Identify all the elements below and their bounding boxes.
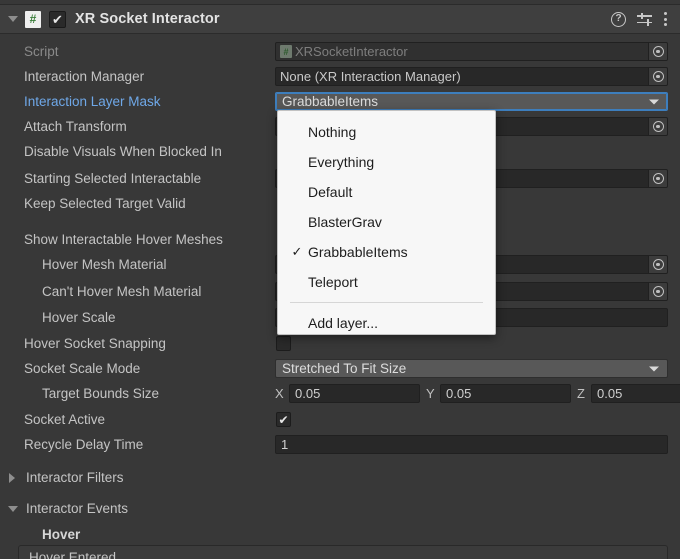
script-value: XRSocketInteractor [295,44,408,59]
checkmark-icon: ✔ [52,11,63,27]
label-interactor-events: Interactor Events [26,501,129,516]
label-script: Script [24,44,59,59]
component-title: XR Socket Interactor [75,11,220,27]
row-target-bounds-size: Target Bounds Size X 0.05 Y 0.05 Z 0.05 [0,381,680,406]
chevron-down-icon [8,505,18,512]
checkmark-icon: ✓ [291,244,303,259]
menu-item-teleport[interactable]: Teleport [278,267,495,297]
label-socket-active: Socket Active [24,412,106,427]
row-interactor-filters[interactable]: Interactor Filters [0,465,680,490]
row-interactor-events[interactable]: Interactor Events [0,496,680,521]
row-hover-group: Hover [0,522,680,547]
label-hover-mesh-material: Hover Mesh Material [42,257,167,272]
label-interaction-layer-mask: Interaction Layer Mask [24,94,161,109]
component-enabled-checkbox[interactable]: ✔ [49,10,66,28]
vector-x-input[interactable]: 0.05 [289,384,420,403]
recycle-delay-time-value: 1 [281,437,289,452]
label-hover-group: Hover [42,527,81,542]
object-picker-icon[interactable] [648,43,667,60]
vector-z-label: Z [577,386,585,401]
label-starting-selected-interactable: Starting Selected Interactable [24,171,202,186]
field-script[interactable]: # XRSocketInteractor [275,42,668,61]
label-hover-socket-snapping: Hover Socket Snapping [24,336,166,351]
label-socket-scale-mode: Socket Scale Mode [24,361,141,376]
vector-z: Z 0.05 [577,384,680,403]
label-attach-transform: Attach Transform [24,119,127,134]
vector-z-input[interactable]: 0.05 [591,384,680,403]
menu-item-grabbableitems[interactable]: ✓ GrabbableItems [278,237,495,267]
row-socket-active: Socket Active ✔ [0,407,680,432]
vector-y: Y 0.05 [426,384,571,403]
field-interaction-manager[interactable]: None (XR Interaction Manager) [275,67,668,86]
label-target-bounds-size: Target Bounds Size [42,386,160,401]
component-foldout-toggle[interactable] [5,4,21,34]
object-picker-icon[interactable] [648,256,667,273]
menu-item-label: Add layer... [308,315,379,331]
label-show-interactable-hover-meshes: Show Interactable Hover Meshes [24,232,223,247]
menu-item-everything[interactable]: Everything [278,147,495,177]
checkbox-socket-active[interactable]: ✔ [276,412,291,427]
help-icon-glyph: ? [615,13,622,24]
vector-x-label: X [275,386,284,401]
chevron-down-icon [649,99,659,104]
preset-icon[interactable] [637,12,652,27]
row-recycle-delay-time: Recycle Delay Time 1 [0,432,680,457]
interaction-layer-mask-value: GrabbableItems [282,94,379,109]
object-picker-icon[interactable] [648,118,667,135]
script-icon-glyph: # [29,12,37,26]
label-recycle-delay-time: Recycle Delay Time [24,437,144,452]
script-mini-icon: # [280,45,292,58]
object-picker-icon[interactable] [648,68,667,85]
label-keep-selected-target-valid: Keep Selected Target Valid [24,196,186,211]
label-interactor-filters: Interactor Filters [26,470,124,485]
field-socket-scale-mode[interactable]: Stretched To Fit Size [275,359,668,378]
object-picker-icon[interactable] [648,170,667,187]
menu-item-label: Everything [308,154,375,170]
interaction-layer-mask-dropdown-menu[interactable]: Nothing Everything Default BlasterGrav ✓… [277,110,496,335]
chevron-down-icon [8,16,18,22]
vector-x: X 0.05 [275,384,420,403]
row-socket-scale-mode: Socket Scale Mode Stretched To Fit Size [0,356,680,381]
label-disable-visuals: Disable Visuals When Blocked In [24,144,222,159]
field-interaction-layer-mask[interactable]: GrabbableItems [275,92,668,111]
menu-divider [290,302,483,303]
hover-entered-box[interactable]: Hover Entered [18,545,668,559]
checkmark-icon: ✔ [278,412,289,427]
help-icon[interactable]: ? [611,11,626,27]
vector-y-label: Y [426,386,435,401]
field-recycle-delay-time[interactable]: 1 [275,435,668,454]
row-script: Script # XRSocketInteractor [0,39,680,64]
chevron-right-icon [9,472,15,483]
foldout-interactor-events[interactable] [8,505,18,512]
menu-item-label: GrabbableItems [308,244,408,260]
menu-item-label: Nothing [308,124,357,140]
header-actions: ? [611,11,667,27]
label-hover-scale: Hover Scale [42,310,116,325]
menu-item-nothing[interactable]: Nothing [278,117,495,147]
label-cant-hover-mesh-material: Can't Hover Mesh Material [42,284,202,299]
menu-item-label: Teleport [308,274,358,290]
checkbox-hover-socket-snapping[interactable] [276,336,291,351]
vector-y-input[interactable]: 0.05 [440,384,571,403]
chevron-down-icon [649,366,659,371]
interaction-manager-value: None (XR Interaction Manager) [280,69,461,84]
foldout-interactor-filters[interactable] [9,472,15,483]
more-menu-icon[interactable] [663,11,667,27]
component-header[interactable]: # ✔ XR Socket Interactor ? [0,4,680,34]
field-target-bounds-size: X 0.05 Y 0.05 Z 0.05 [275,384,680,403]
script-icon: # [25,10,41,28]
menu-item-default[interactable]: Default [278,177,495,207]
object-picker-icon[interactable] [648,283,667,300]
menu-item-label: BlasterGrav [308,214,382,230]
row-interaction-manager: Interaction Manager None (XR Interaction… [0,64,680,89]
menu-item-add-layer[interactable]: Add layer... [278,308,495,338]
label-hover-entered: Hover Entered [29,550,117,559]
menu-item-blastergrav[interactable]: BlasterGrav [278,207,495,237]
socket-scale-mode-value: Stretched To Fit Size [282,361,407,376]
label-interaction-manager: Interaction Manager [24,69,145,84]
menu-item-label: Default [308,184,353,200]
